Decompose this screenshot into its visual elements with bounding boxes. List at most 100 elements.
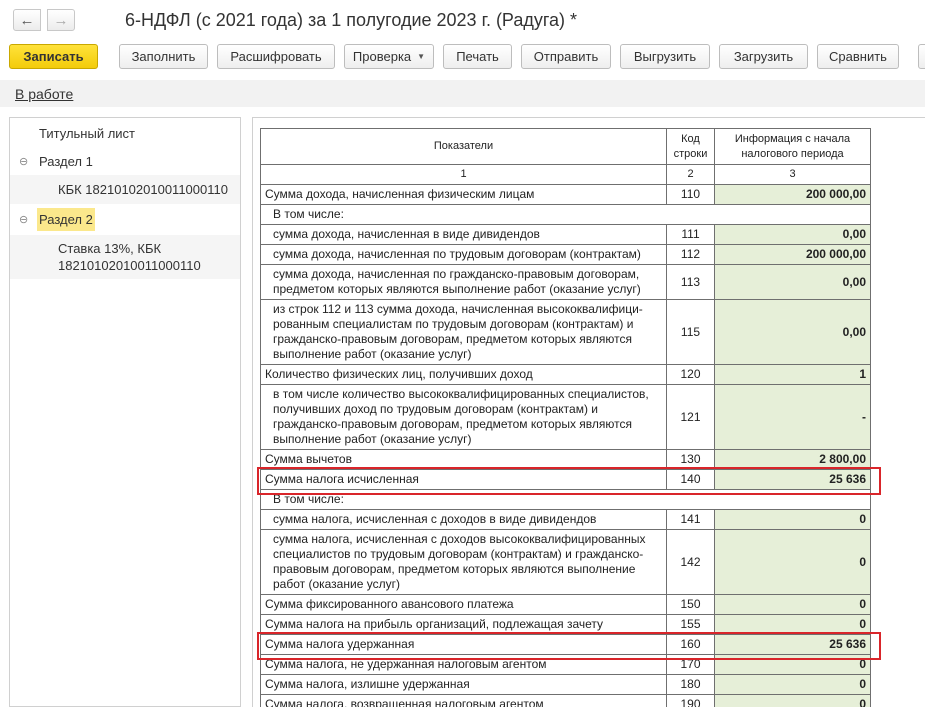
dropdown-arrow-icon: ▼ [417, 52, 425, 61]
row-label: Сумма вычетов [261, 450, 667, 470]
save-button[interactable]: Записать [9, 44, 98, 69]
row-label: из строк 112 и 113 сумма дохода, начисле… [261, 300, 667, 365]
row-value[interactable]: 0 [715, 510, 871, 530]
collapse-icon[interactable]: ⊖ [19, 155, 28, 168]
table-row: сумма налога, исчисленная с доходов в ви… [261, 510, 871, 530]
compare-button[interactable]: Сравнить [817, 44, 899, 69]
row-label: сумма дохода, начисленная по трудовым до… [261, 245, 667, 265]
tree-item-kbk[interactable]: КБК 18210102010011000110 [10, 175, 240, 204]
row-value[interactable]: 0 [715, 695, 871, 707]
toolbar: Записать Заполнить Расшифровать Проверка… [0, 42, 925, 72]
table-row: сумма налога, исчисленная с доходов высо… [261, 530, 871, 595]
row-value[interactable]: 0 [715, 655, 871, 675]
table-header-row: Показатели Код строки Информация с начал… [261, 129, 871, 165]
tree-item-label: Ставка 13%, КБК [58, 241, 161, 256]
export-button[interactable]: Выгрузить [620, 44, 710, 69]
row-value[interactable]: 0,00 [715, 225, 871, 245]
decode-button-label: Расшифровать [230, 49, 321, 64]
more-button[interactable] [918, 44, 925, 69]
row-value[interactable]: 1 [715, 365, 871, 385]
table-row: Сумма налога, возвращенная налоговым аге… [261, 695, 871, 707]
row-code: 170 [667, 655, 715, 675]
row-label: Сумма налога на прибыль организаций, под… [261, 615, 667, 635]
table-row: В том числе: [261, 490, 871, 510]
table-row-highlighted: Сумма налога исчисленная 140 25 636 [261, 470, 871, 490]
row-code: 112 [667, 245, 715, 265]
arrow-left-icon: ← [20, 12, 35, 29]
table-header-numbers-row: 1 2 3 [261, 165, 871, 185]
header-col-2: 2 [667, 165, 715, 185]
tree-item-section-1[interactable]: ⊖ Раздел 1 [10, 152, 240, 174]
row-label: сумма налога, исчисленная с доходов высо… [261, 530, 667, 595]
row-value[interactable]: 200 000,00 [715, 185, 871, 205]
row-value[interactable]: 0 [715, 530, 871, 595]
row-value[interactable]: 0,00 [715, 265, 871, 300]
check-dropdown-button[interactable]: Проверка ▼ [344, 44, 434, 69]
import-button-label: Загрузить [734, 49, 793, 64]
send-button[interactable]: Отправить [521, 44, 611, 69]
back-button[interactable]: ← [13, 9, 41, 31]
row-label: В том числе: [261, 490, 871, 510]
row-code: 113 [667, 265, 715, 300]
tree-item-rate-13[interactable]: Ставка 13%, КБК 18210102010011000110 [10, 235, 240, 279]
tree-item-label-selected: Раздел 2 [37, 208, 95, 231]
row-label: сумма дохода, начисленная в виде дивиден… [261, 225, 667, 245]
import-button[interactable]: Загрузить [719, 44, 808, 69]
row-value[interactable]: 200 000,00 [715, 245, 871, 265]
table-row: Сумма вычетов 130 2 800,00 [261, 450, 871, 470]
row-value[interactable]: 0 [715, 595, 871, 615]
window-title: 6-НДФЛ (с 2021 года) за 1 полугодие 2023… [125, 10, 577, 31]
row-value[interactable]: 0,00 [715, 300, 871, 365]
row-value[interactable]: 2 800,00 [715, 450, 871, 470]
row-code: 141 [667, 510, 715, 530]
forward-button[interactable]: → [47, 9, 75, 31]
table-row: В том числе: [261, 205, 871, 225]
table-row: Сумма налога на прибыль организаций, под… [261, 615, 871, 635]
table-row: сумма дохода, начисленная по гражданско-… [261, 265, 871, 300]
row-label: Сумма налога, не удержанная налоговым аг… [261, 655, 667, 675]
table-row-highlighted: Сумма налога удержанная 160 25 636 [261, 635, 871, 655]
tree-item-label: Титульный лист [39, 126, 135, 141]
row-label: Сумма дохода, начисленная физическим лиц… [261, 185, 667, 205]
table-row: сумма дохода, начисленная по трудовым до… [261, 245, 871, 265]
collapse-icon[interactable]: ⊖ [19, 213, 28, 226]
row-label: В том числе: [261, 205, 871, 225]
row-code: 120 [667, 365, 715, 385]
row-value[interactable]: 0 [715, 615, 871, 635]
row-code: 115 [667, 300, 715, 365]
tree-item-label: 18210102010011000110 [58, 258, 201, 273]
tree-item-section-2[interactable]: ⊖ Раздел 2 [10, 206, 240, 234]
table-row: в том числе количество высококвалифициро… [261, 385, 871, 450]
row-value[interactable]: 0 [715, 675, 871, 695]
section-tree: Титульный лист ⊖ Раздел 1 КБК 1821010201… [9, 117, 241, 707]
row-label: Сумма налога, излишне удержанная [261, 675, 667, 695]
header-info: Информация с начала налогового периода [715, 129, 871, 165]
row-label: Сумма налога исчисленная [261, 470, 667, 490]
status-link[interactable]: В работе [15, 86, 73, 102]
table-row: Количество физических лиц, получивших до… [261, 365, 871, 385]
tree-item-title-page[interactable]: Титульный лист [10, 124, 240, 146]
row-value[interactable]: - [715, 385, 871, 450]
decode-button[interactable]: Расшифровать [217, 44, 335, 69]
row-label: Сумма фиксированного авансового платежа [261, 595, 667, 615]
export-button-label: Выгрузить [634, 49, 696, 64]
row-value[interactable]: 25 636 [715, 470, 871, 490]
row-code: 155 [667, 615, 715, 635]
row-value[interactable]: 25 636 [715, 635, 871, 655]
fill-button[interactable]: Заполнить [119, 44, 208, 69]
tree-item-label: КБК 18210102010011000110 [58, 182, 228, 197]
row-code: 110 [667, 185, 715, 205]
save-button-label: Записать [23, 49, 83, 64]
row-code: 180 [667, 675, 715, 695]
row-code: 142 [667, 530, 715, 595]
header-col-3: 3 [715, 165, 871, 185]
header-indicators: Показатели [261, 129, 667, 165]
row-code: 140 [667, 470, 715, 490]
table-row: Сумма налога, излишне удержанная 180 0 [261, 675, 871, 695]
row-label: Количество физических лиц, получивших до… [261, 365, 667, 385]
row-label: сумма налога, исчисленная с доходов в ви… [261, 510, 667, 530]
row-code: 121 [667, 385, 715, 450]
send-button-label: Отправить [534, 49, 598, 64]
title-bar: ← → 6-НДФЛ (с 2021 года) за 1 полугодие … [0, 0, 925, 40]
print-button[interactable]: Печать [443, 44, 512, 69]
